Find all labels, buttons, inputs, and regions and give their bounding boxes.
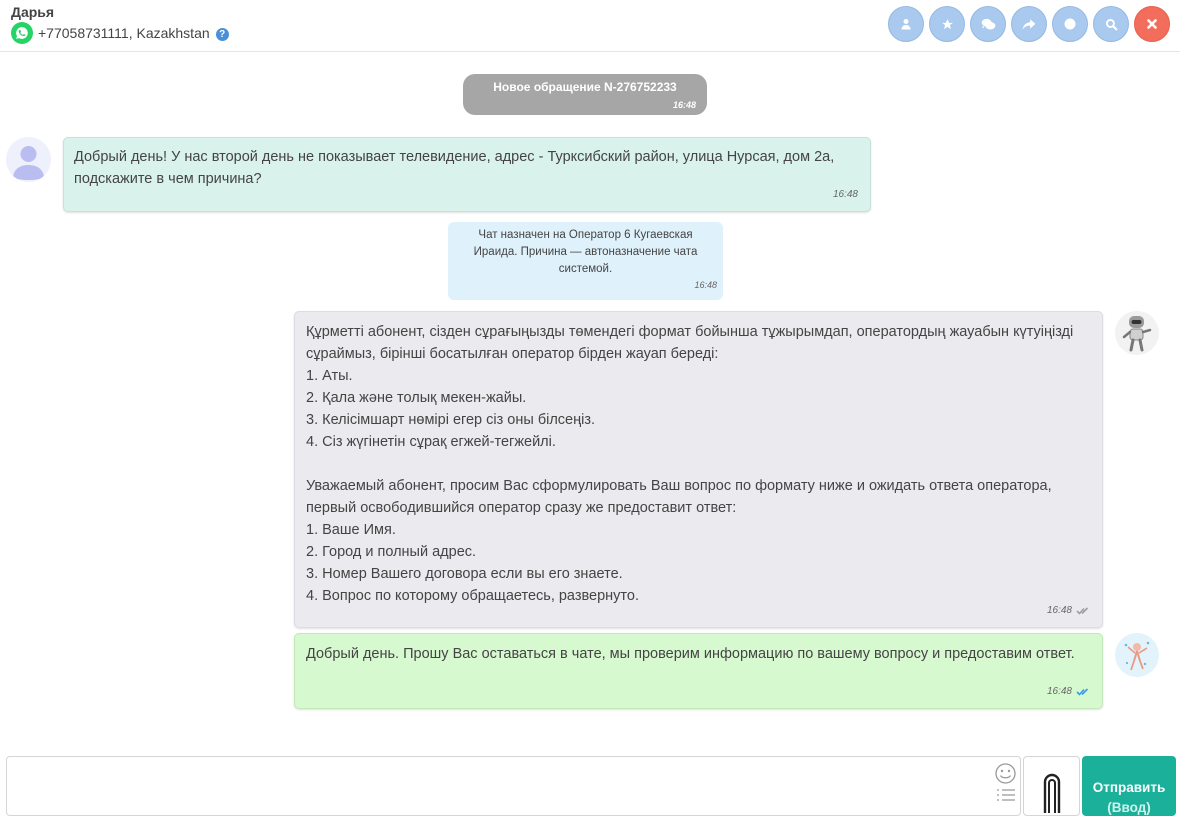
templates-list-icon[interactable] [996,788,1016,804]
message-time: 16:48 [694,280,717,290]
close-chat-button[interactable] [1134,6,1170,42]
user-icon [901,19,911,30]
share-icon [1022,18,1036,30]
circle-icon [1064,18,1076,30]
status-button[interactable] [1052,6,1088,42]
fairy-icon [1124,641,1150,671]
bot-avatar [1115,311,1159,355]
chat-toolbar [888,6,1170,42]
message-input[interactable] [6,756,1021,816]
contact-phone: +77058731111, Kazakhstan [38,25,210,41]
send-button[interactable]: Отправить (Ввод) [1082,756,1176,816]
attach-button[interactable] [1023,756,1080,816]
double-check-icon [1076,607,1089,615]
star-icon [941,18,953,29]
comments-button[interactable] [970,6,1006,42]
contact-info: +77058731111, Kazakhstan ? [11,22,229,44]
message-time: 16:48 [672,100,696,110]
message-time: 16:48 [832,189,858,200]
forward-button[interactable] [1011,6,1047,42]
bot-message: Құрметті абонент, сізден сұрағыңызды төм… [294,311,1103,628]
client-avatar [6,137,51,182]
message-time: 16:48 [1047,681,1090,703]
send-button-label: Отправить [1092,780,1166,795]
help-icon[interactable]: ? [215,28,229,41]
message-time: 16:48 [1047,600,1090,622]
new-ticket-text: Новое обращение N-276752233 [493,80,677,94]
operator-avatar [1115,633,1159,677]
message-list[interactable]: Новое обращение N-276752233 16:48 Добрый… [0,53,1180,753]
favorite-button[interactable] [929,6,965,42]
assigned-text: Чат назначен на Оператор 6 Кугаевская Ир… [473,229,698,275]
system-message-new-ticket: Новое обращение N-276752233 16:48 [463,74,707,115]
system-message-assigned: Чат назначен на Оператор 6 Кугаевская Ир… [448,222,723,300]
send-button-hint: (Ввод) [1107,800,1151,815]
message-composer: Отправить (Ввод) [0,753,1180,816]
user-button[interactable] [888,6,924,42]
message-text: Құрметті абонент, сізден сұрағыңызды төм… [306,324,1074,604]
client-message: Добрый день! У нас второй день не показы… [63,137,871,212]
operator-message: Добрый день. Прошу Вас оставаться в чате… [294,633,1103,709]
message-text: Добрый день! У нас второй день не показы… [74,149,835,187]
comments-icon [981,18,995,29]
message-text: Добрый день. Прошу Вас оставаться в чате… [306,646,1075,662]
whatsapp-icon [11,22,33,44]
chat-header: Дарья +77058731111, Kazakhstan ? [0,0,1180,52]
paperclip-icon [1043,773,1060,813]
contact-name: Дарья [11,4,55,20]
close-icon [1147,19,1157,29]
emoji-icon[interactable] [995,763,1016,784]
robot-icon [1122,316,1152,352]
search-button[interactable] [1093,6,1129,42]
double-check-icon [1076,688,1089,696]
user-avatar-icon [13,146,44,180]
search-icon [1105,18,1117,30]
